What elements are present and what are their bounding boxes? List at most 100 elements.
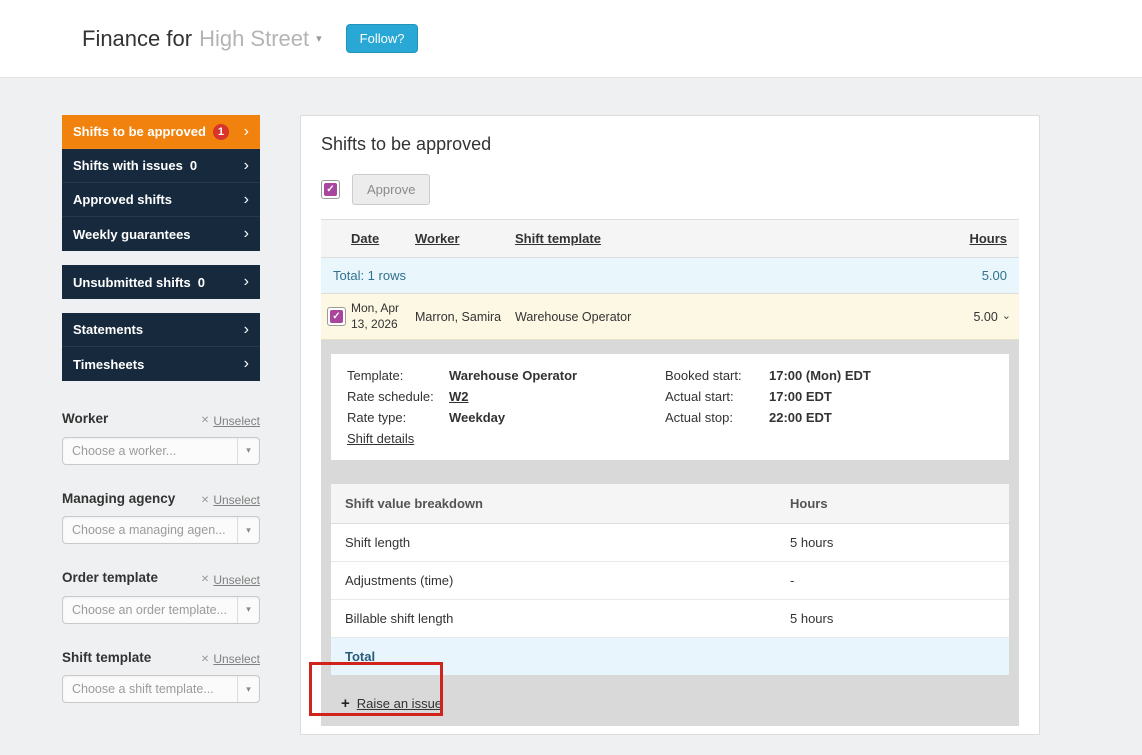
chevron-right-icon: › <box>243 122 249 140</box>
page: Finance for High Street ▾ Follow? Shifts… <box>0 0 1142 755</box>
breakdown-header-row: Shift value breakdown Hours <box>331 484 1009 524</box>
app-header: Finance for High Street ▾ Follow? <box>0 0 1142 78</box>
filter-worker: Worker ✕ Unselect Choose a worker... ▾ <box>62 411 260 465</box>
chevron-right-icon: › <box>243 156 249 174</box>
chevron-down-icon: ▾ <box>237 437 259 464</box>
managing-agency-select[interactable]: Choose a managing agen... ▾ <box>62 516 260 544</box>
breakdown-hours-header: Hours <box>790 496 828 511</box>
breakdown-total-row: Total <box>331 638 1009 675</box>
sidebar-item-approved-shifts[interactable]: Approved shifts › <box>62 183 260 217</box>
chevron-down-icon: ▾ <box>237 517 259 543</box>
nav-item-label: Statements <box>73 322 144 337</box>
column-header-shift-template[interactable]: Shift template <box>515 231 601 246</box>
breakdown-row-value: 5 hours <box>790 535 834 550</box>
sidebar-item-timesheets[interactable]: Timesheets › <box>62 347 260 381</box>
row-checkbox[interactable]: ✓ <box>327 307 346 326</box>
sidebar-item-unsubmitted-shifts[interactable]: Unsubmitted shifts 0 › <box>62 265 260 299</box>
nav-item-label: Shifts with issues <box>73 158 183 173</box>
x-icon: ✕ <box>200 574 210 585</box>
order-template-select[interactable]: Choose an order template... ▾ <box>62 595 260 624</box>
nav-item-label: Shifts to be approved <box>73 124 206 139</box>
column-header-hours[interactable]: Hours <box>969 231 1007 246</box>
chevron-down-icon[interactable]: ▾ <box>316 32 322 45</box>
sidebar-item-statements[interactable]: Statements › <box>62 313 260 347</box>
breakdown-row-shift-length: Shift length 5 hours <box>331 524 1009 562</box>
nav-item-label: Timesheets <box>73 356 145 372</box>
column-header-worker[interactable]: Worker <box>415 231 460 246</box>
nav-item-count: 0 <box>197 274 205 290</box>
section-title: Shifts to be approved <box>321 134 492 154</box>
rate-schedule-label: Rate schedule: <box>347 389 434 404</box>
worker-select[interactable]: Choose a worker... ▾ <box>62 436 260 465</box>
title-prefix: Finance for <box>82 25 193 51</box>
select-placeholder: Choose a worker... <box>72 443 177 458</box>
rate-schedule-link[interactable]: W2 <box>449 389 469 404</box>
filter-managing-agency: Managing agency ✕ Unselect Choose a mana… <box>62 491 260 544</box>
follow-button[interactable]: Follow? <box>345 24 419 53</box>
column-header-date[interactable]: Date <box>351 231 379 246</box>
rate-type-label: Rate type: <box>347 410 407 425</box>
actual-stop-label: Actual stop: <box>665 410 733 425</box>
select-placeholder: Choose a managing agen... <box>72 523 226 537</box>
unselect-label: Unselect <box>213 413 260 428</box>
actual-start-value: 17:00 EDT <box>769 389 832 404</box>
filter-label: Shift template <box>62 649 152 665</box>
sidebar-item-weekly-guarantees[interactable]: Weekly guarantees › <box>62 217 260 251</box>
shift-details-link[interactable]: Shift details <box>347 431 414 446</box>
chevron-right-icon: › <box>243 355 249 372</box>
unselect-label: Unselect <box>213 493 260 507</box>
filter-order-template: Order template ✕ Unselect Choose an orde… <box>62 570 260 624</box>
row-date: Mon, Apr 13, 2026 <box>351 300 400 331</box>
shift-value-breakdown-table: Shift value breakdown Hours Shift length… <box>331 484 1009 675</box>
unselect-worker-link[interactable]: ✕ Unselect <box>201 414 260 428</box>
select-placeholder: Choose a shift template... <box>72 682 214 696</box>
select-placeholder: Choose an order template... <box>72 602 227 617</box>
approve-toolbar: ✓ Approve <box>321 173 1019 205</box>
breakdown-total-label: Total <box>345 649 376 664</box>
raise-issue-action: + Raise an issue <box>331 687 1009 716</box>
approve-button[interactable]: Approve <box>352 173 431 205</box>
sidebar: Shifts to be approved 1 › Shifts with is… <box>62 115 260 729</box>
unselect-managing-agency-link[interactable]: ✕ Unselect <box>201 493 260 507</box>
chevron-right-icon: › <box>243 225 249 242</box>
breakdown-title: Shift value breakdown <box>345 496 483 511</box>
template-label: Template: <box>347 368 404 383</box>
filter-label: Order template <box>62 570 159 585</box>
unselect-order-template-link[interactable]: ✕ Unselect <box>201 573 260 587</box>
breakdown-row-label: Billable shift length <box>345 611 454 626</box>
raise-issue-link[interactable]: Raise an issue <box>357 696 442 711</box>
x-icon: ✕ <box>200 494 210 506</box>
plus-icon: + <box>341 695 350 712</box>
nav-reports-block: Statements › Timesheets › <box>62 313 260 381</box>
row-worker: Marron, Samira <box>415 309 502 324</box>
breakdown-row-label: Adjustments (time) <box>345 573 454 588</box>
unselect-shift-template-link[interactable]: ✕ Unselect <box>201 652 260 666</box>
chevron-right-icon: › <box>243 320 249 338</box>
table-header-row: Date Worker Shift template Hours <box>321 220 1019 258</box>
total-label: Total: 1 rows <box>333 268 406 283</box>
table-row[interactable]: ✓ Mon, Apr 13, 2026 Marron, Samira Wareh… <box>321 294 1019 340</box>
nav-item-label: Weekly guarantees <box>73 226 191 242</box>
shift-detail-panel: Template: Warehouse Operator Booked star… <box>321 340 1019 726</box>
booked-start-label: Booked start: <box>665 368 742 383</box>
sidebar-item-shifts-with-issues[interactable]: Shifts with issues 0 › <box>62 149 260 183</box>
nav-item-label: Approved shifts <box>73 192 172 207</box>
breakdown-row-label: Shift length <box>345 535 411 550</box>
shifts-table: Date Worker Shift template Hours Total: … <box>321 219 1019 340</box>
title-account-name: High Street <box>199 25 310 51</box>
breakdown-row-adjustments: Adjustments (time) - <box>331 562 1009 600</box>
check-icon: ✓ <box>324 182 337 196</box>
filter-section: Worker ✕ Unselect Choose a worker... ▾ M… <box>62 411 260 703</box>
select-all-checkbox[interactable]: ✓ <box>321 179 340 199</box>
nav-shifts-block: Shifts to be approved 1 › Shifts with is… <box>62 115 260 251</box>
actual-stop-value: 22:00 EDT <box>769 410 832 425</box>
filter-label: Worker <box>62 411 109 426</box>
unselect-label: Unselect <box>213 652 260 666</box>
sidebar-item-shifts-to-be-approved[interactable]: Shifts to be approved 1 › <box>62 115 260 149</box>
actual-start-label: Actual start: <box>665 389 734 404</box>
nav-item-count: 0 <box>189 158 198 173</box>
breakdown-row-billable-length: Billable shift length 5 hours <box>331 600 1009 638</box>
nav-item-label: Unsubmitted shifts <box>73 274 191 290</box>
shift-template-select[interactable]: Choose a shift template... ▾ <box>62 675 260 703</box>
x-icon: ✕ <box>200 415 210 426</box>
